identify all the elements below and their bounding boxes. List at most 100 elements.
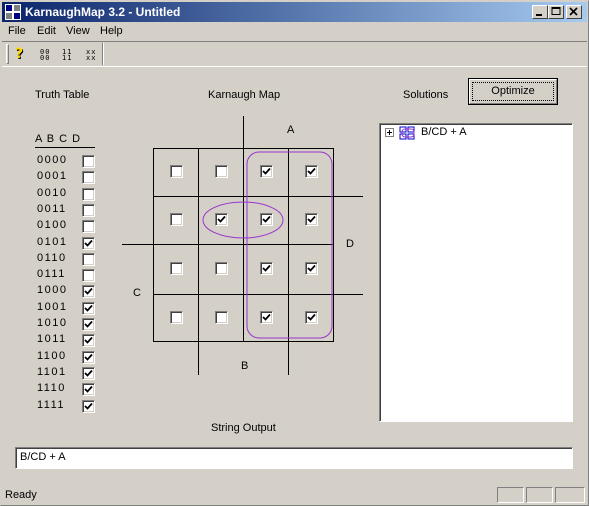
truth-table-row-checkbox[interactable]: [82, 350, 95, 364]
truth-table-row-label: 0111: [37, 268, 66, 281]
karnaugh-solution-icon: [399, 126, 415, 140]
checkmark-icon: [84, 288, 93, 296]
tree-expand-icon[interactable]: [385, 128, 394, 137]
checkmark-icon: [262, 167, 271, 175]
truth-table-row-label: 0000: [37, 154, 68, 166]
ones-icon: 11 11: [62, 48, 73, 62]
dont-care-button[interactable]: xx xx: [84, 46, 102, 62]
kmap-cell-checkbox[interactable]: [215, 165, 228, 178]
solutions-title: Solutions: [403, 89, 449, 101]
checkmark-icon: [84, 239, 93, 247]
kmap-cell-checkbox[interactable]: [215, 311, 228, 324]
menu-bar: File Edit View Help: [2, 22, 587, 40]
status-panel-3: [555, 487, 585, 503]
truth-table-row-label: 1011: [37, 333, 67, 346]
close-icon: [569, 7, 578, 16]
karnaugh-app-icon: [5, 4, 21, 20]
kmap-cell-checkbox[interactable]: [170, 213, 183, 226]
truth-table-row-label: 0100: [37, 219, 68, 232]
kmap-label-b: B: [241, 360, 249, 372]
checkmark-icon: [307, 215, 316, 223]
menu-edit[interactable]: Edit: [37, 25, 56, 37]
toolbar: ? ? 00 00 11 11 xx xx: [2, 41, 587, 67]
optimize-button[interactable]: Optimize: [468, 78, 558, 105]
checkmark-icon: [307, 264, 316, 272]
kmap-cell-checkbox[interactable]: [170, 311, 183, 324]
truth-table-row-checkbox[interactable]: [82, 252, 95, 266]
truth-table-row-checkbox[interactable]: [82, 383, 95, 397]
solutions-panel[interactable]: B/CD + A: [379, 123, 573, 422]
kmap-cell-checkbox[interactable]: [170, 262, 183, 275]
minimize-icon: [536, 14, 542, 16]
grid-button[interactable]: 00 00: [38, 46, 56, 62]
kmap-cell-checkbox[interactable]: [260, 165, 273, 178]
maximize-button[interactable]: [548, 5, 564, 19]
svg-text:?: ?: [15, 46, 23, 62]
checkmark-icon: [84, 386, 93, 393]
solution-item-label[interactable]: B/CD + A: [421, 126, 467, 138]
truth-table-row-checkbox[interactable]: [82, 155, 95, 168]
menu-help[interactable]: Help: [100, 25, 123, 37]
kmap-cell-checkbox[interactable]: [305, 165, 318, 178]
truth-table-row-checkbox[interactable]: [82, 187, 95, 201]
checkmark-icon: [84, 369, 93, 377]
kmap-cell-checkbox[interactable]: [305, 262, 318, 275]
truth-table-row-checkbox[interactable]: [82, 171, 95, 185]
kmap-cell-checkbox[interactable]: [260, 213, 273, 226]
truth-table-title: Truth Table: [35, 89, 90, 101]
truth-table-row-checkbox[interactable]: [82, 285, 95, 299]
maximize-icon: [551, 7, 561, 15]
kmap-cell-checkbox[interactable]: [215, 213, 228, 226]
kmap-cell-checkbox[interactable]: [215, 262, 228, 275]
truth-table-row-label: 0010: [37, 186, 68, 199]
menu-file[interactable]: File: [8, 25, 26, 37]
string-output-field[interactable]: B/CD + A: [15, 447, 573, 469]
help-icon: ? ?: [15, 46, 24, 63]
checkmark-icon: [84, 337, 93, 345]
truth-table-row-checkbox[interactable]: [82, 399, 95, 413]
truth-table-row-label: 1010: [37, 317, 68, 329]
truth-table-row-label: 0101: [37, 235, 68, 248]
truth-table-row-checkbox[interactable]: [82, 318, 95, 331]
kmap-cell-checkbox[interactable]: [305, 213, 318, 226]
kmap-cell-checkbox[interactable]: [170, 165, 183, 178]
truth-table-row-checkbox[interactable]: [82, 203, 95, 217]
ones-button[interactable]: 11 11: [60, 46, 78, 62]
truth-table-row-checkbox[interactable]: [82, 236, 95, 250]
checkmark-icon: [84, 353, 93, 361]
optimize-button-label: Optimize: [491, 85, 535, 97]
status-panel-1: [497, 487, 524, 503]
checkmark-icon: [262, 264, 271, 272]
truth-table-row-checkbox[interactable]: [82, 220, 95, 234]
truth-table-row-label: 1110: [37, 382, 66, 395]
truth-table-row-checkbox[interactable]: [82, 366, 95, 380]
grid-icon: 00 00: [40, 48, 51, 62]
karnaugh-map-title: Karnaugh Map: [208, 89, 281, 101]
truth-table-row-label: 0011: [37, 202, 67, 215]
kmap-cell-checkbox[interactable]: [260, 311, 273, 324]
help-button[interactable]: ? ?: [14, 46, 32, 63]
minimize-button[interactable]: [532, 5, 548, 19]
checkmark-icon: [307, 167, 316, 175]
title-bar[interactable]: KarnaughMap 3.2 - Untitled: [2, 2, 587, 22]
close-button[interactable]: [566, 5, 582, 19]
kmap-cell-checkbox[interactable]: [305, 311, 318, 324]
truth-table-row-checkbox[interactable]: [82, 269, 95, 283]
status-bar: Ready: [2, 485, 587, 504]
truth-table-row-label: 1101: [37, 365, 67, 378]
toolbar-grip[interactable]: [6, 44, 9, 64]
truth-table-row-checkbox[interactable]: [82, 334, 95, 348]
dont-care-icon: xx xx: [86, 48, 97, 62]
checkmark-icon: [84, 402, 93, 410]
kmap-cell-checkbox[interactable]: [260, 262, 273, 275]
checkmark-icon: [84, 304, 93, 312]
truth-table-row-label: 1000: [37, 284, 68, 297]
menu-view[interactable]: View: [66, 25, 90, 37]
truth-table-row-checkbox[interactable]: [82, 301, 95, 315]
kmap-label-a: A: [287, 124, 295, 136]
truth-table-row-label: 1001: [37, 300, 68, 313]
truth-table-header: A B C D: [35, 133, 82, 145]
checkmark-icon: [84, 320, 93, 328]
truth-table-header-rule: [35, 147, 95, 148]
truth-table-row-label: 0001: [37, 170, 68, 183]
